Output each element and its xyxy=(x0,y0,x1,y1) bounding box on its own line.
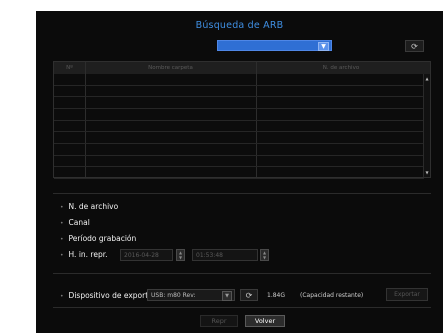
chevron-down-icon[interactable]: ▼ xyxy=(318,42,329,51)
column-header-number: Nº xyxy=(66,65,73,71)
table-row[interactable] xyxy=(54,108,424,109)
bullet-icon: • xyxy=(60,236,64,243)
table-row[interactable] xyxy=(54,119,424,121)
criterion-file-number[interactable]: • N. de archivo xyxy=(60,202,118,211)
play-date-field[interactable]: 2016-04-28 xyxy=(120,249,173,261)
refresh-button[interactable]: ⟳ xyxy=(405,40,424,52)
bullet-icon: • xyxy=(60,204,64,211)
criterion-file-number-label: N. de archivo xyxy=(68,202,119,211)
criterion-play-time[interactable]: • H. in. repr. xyxy=(60,250,108,259)
table-row[interactable] xyxy=(54,84,424,86)
table-row[interactable] xyxy=(54,143,424,144)
play-button[interactable]: Repr xyxy=(200,315,238,327)
back-button[interactable]: Volver xyxy=(245,315,285,327)
folder-select-dropdown[interactable]: ▼ xyxy=(217,40,332,51)
export-device-row: • Dispositivo de exporta xyxy=(60,291,153,300)
refresh-icon: ⟳ xyxy=(245,291,253,300)
table-row[interactable] xyxy=(54,131,424,133)
criterion-recording-period[interactable]: • Período grabación xyxy=(60,234,136,243)
table-row[interactable] xyxy=(54,166,424,168)
criterion-channel[interactable]: • Canal xyxy=(60,218,90,227)
divider xyxy=(53,307,431,308)
device-refresh-button[interactable]: ⟳ xyxy=(240,289,258,301)
table-header: Nº Nombre carpeta N. de archivo xyxy=(54,62,430,74)
divider xyxy=(53,193,431,194)
time-stepper[interactable]: ▲ ▼ xyxy=(260,249,269,261)
scroll-up-icon[interactable]: ▲ xyxy=(424,75,430,82)
criterion-channel-label: Canal xyxy=(68,218,90,227)
date-stepper[interactable]: ▲ ▼ xyxy=(176,249,185,261)
export-device-select[interactable]: USB: m80 Rev: ▼ xyxy=(147,289,235,301)
refresh-icon: ⟳ xyxy=(411,42,418,51)
scroll-down-icon[interactable]: ▼ xyxy=(424,169,430,176)
divider xyxy=(53,273,431,274)
table-row[interactable] xyxy=(54,154,424,156)
column-header-folder-name: Nombre carpeta xyxy=(148,65,193,71)
column-header-file-count: N. de archivo xyxy=(322,65,360,71)
table-scrollbar[interactable]: ▲ ▼ xyxy=(423,74,430,177)
criterion-recording-period-label: Período grabación xyxy=(68,234,137,243)
chevron-down-icon[interactable]: ▼ xyxy=(222,291,232,301)
bullet-icon: • xyxy=(60,252,64,259)
export-button[interactable]: Exportar xyxy=(386,288,428,301)
folder-table: Nº Nombre carpeta N. de archivo ▲ ▼ xyxy=(53,61,431,179)
dialog-title: Búsqueda de ARB xyxy=(195,20,284,31)
play-time-field[interactable]: 01:53:48 xyxy=(192,249,258,261)
capacity-value: 1.84G xyxy=(267,292,286,299)
criterion-play-time-label: H. in. repr. xyxy=(68,250,108,259)
table-row[interactable] xyxy=(54,96,424,98)
arb-search-dialog: Búsqueda de ARB ▼ ⟳ Nº Nombre carpeta N.… xyxy=(36,11,443,333)
capacity-label: (Capacidad restante) xyxy=(300,292,364,299)
bullet-icon: • xyxy=(60,220,64,227)
table-row[interactable] xyxy=(54,178,424,179)
export-device-label: Dispositivo de exporta xyxy=(68,291,153,300)
export-device-value: USB: m80 Rev: xyxy=(151,292,196,299)
bullet-icon: • xyxy=(60,293,64,300)
